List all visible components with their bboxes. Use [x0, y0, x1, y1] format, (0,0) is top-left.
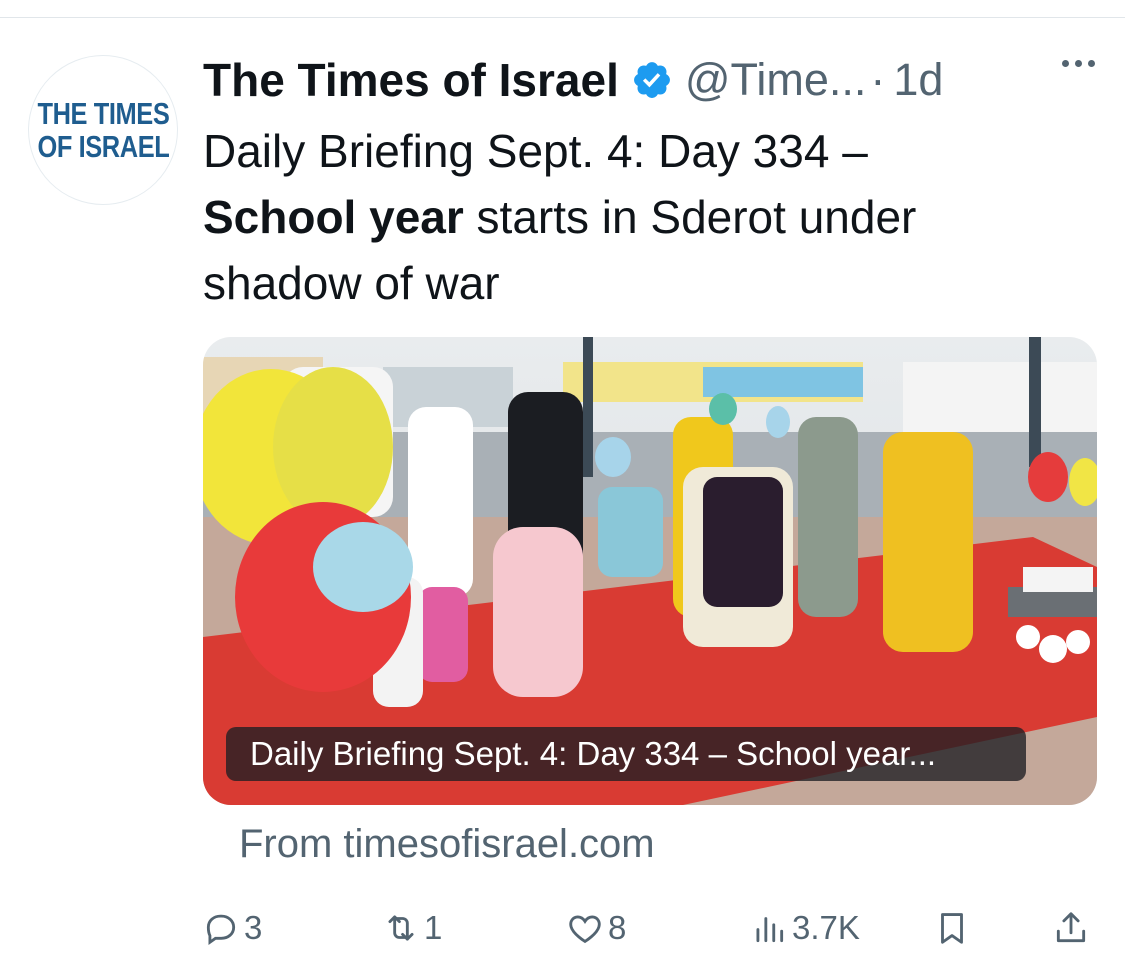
bookmark-icon [941, 913, 963, 944]
avatar[interactable]: THE TIMES OF ISRAEL [28, 55, 178, 205]
bookmark-button[interactable] [933, 900, 971, 956]
verified-badge-icon[interactable] [631, 59, 673, 101]
tweet-header: The Times of Israel @Time... · 1d [203, 50, 943, 110]
separator-dot: · [870, 54, 886, 105]
avatar-line-1: THE TIMES [37, 96, 169, 131]
reply-count: 3 [244, 909, 263, 946]
share-icon [1056, 912, 1086, 943]
tweet-text: Daily Briefing Sept. 4: Day 334 – School… [203, 118, 1073, 316]
tweet-text-line1: Daily Briefing Sept. 4: Day 334 – [203, 125, 868, 177]
link-card-caption[interactable]: Daily Briefing Sept. 4: Day 334 – School… [226, 727, 1026, 781]
timestamp[interactable]: 1d [893, 54, 943, 106]
repost-icon [388, 915, 414, 941]
top-divider [0, 17, 1125, 18]
repost-button[interactable]: 1 [382, 900, 442, 956]
author-handle[interactable]: @Time... [685, 54, 867, 106]
tweet-text-bold: School year [203, 191, 464, 243]
like-count: 8 [608, 909, 627, 946]
views-count: 3.7K [792, 909, 860, 946]
share-button[interactable] [1052, 900, 1090, 956]
avatar-line-2: OF ISRAEL [37, 129, 169, 164]
repost-count: 1 [424, 909, 443, 946]
views-button[interactable]: 3.7K [750, 900, 860, 956]
reply-button[interactable]: 3 [202, 900, 262, 956]
author-name[interactable]: The Times of Israel [203, 53, 619, 107]
link-source[interactable]: From timesofisrael.com [239, 822, 655, 867]
reply-icon [206, 914, 236, 946]
like-icon [569, 915, 601, 944]
like-button[interactable]: 8 [566, 900, 626, 956]
views-icon [756, 917, 784, 943]
action-bar: 3 1 8 3.7K [200, 900, 1100, 956]
more-icon[interactable] [1062, 60, 1095, 67]
